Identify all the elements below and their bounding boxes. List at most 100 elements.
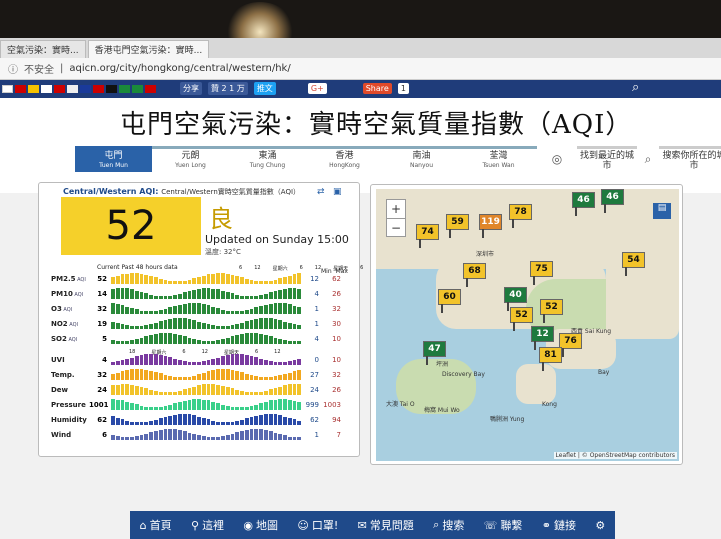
history-bar-chart[interactable]	[111, 273, 302, 284]
aqi-station-marker[interactable]: 76	[559, 333, 582, 357]
history-bar	[144, 406, 149, 410]
zoom-out-button[interactable]: −	[387, 218, 405, 236]
locate-icon[interactable]: ◎	[537, 146, 577, 172]
flag-icon[interactable]	[132, 85, 143, 93]
history-bar-chart[interactable]	[111, 414, 302, 425]
nav-contact[interactable]: ☏ 聯繫	[484, 517, 523, 533]
url-text[interactable]: aqicn.org/city/hongkong/central/western/…	[69, 63, 290, 74]
pollutant-row[interactable]: Temp. 32 27 32	[51, 367, 356, 382]
aqi-station-marker[interactable]: 52	[510, 307, 533, 331]
nav-links[interactable]: ⚭ 鏈接	[542, 517, 576, 533]
history-bar-chart[interactable]	[111, 303, 302, 314]
nav-item-hongkong[interactable]: 香港 HongKong	[306, 146, 383, 172]
history-bar	[197, 288, 201, 299]
pollutant-row[interactable]: SO2 AQI 5 4 10	[51, 331, 356, 346]
pollutant-row[interactable]: Dew 24 24 26	[51, 382, 356, 397]
aqi-station-marker[interactable]: 75	[530, 261, 553, 285]
flag-icon[interactable]	[15, 85, 26, 93]
history-bar	[225, 325, 230, 329]
zoom-in-button[interactable]: +	[387, 200, 405, 218]
nav-item-nanyou[interactable]: 南油 Nanyou	[383, 146, 460, 172]
station-name[interactable]: Central/Western	[63, 187, 136, 196]
station-map[interactable]: + − ▤ Leaflet | © OpenStreetMap contribu…	[376, 189, 679, 461]
aqi-station-marker[interactable]: 74	[416, 224, 439, 248]
pollutant-row[interactable]: O3 AQI 32 1 32	[51, 301, 356, 316]
history-bar-chart[interactable]	[111, 333, 302, 344]
aqi-station-marker[interactable]: 81	[539, 347, 562, 371]
aqi-station-marker[interactable]: 59	[446, 214, 469, 238]
aqi-station-marker[interactable]: 46	[572, 192, 595, 216]
pollutant-row[interactable]: PM2.5 AQI 52 12 62	[51, 271, 356, 286]
history-bar	[125, 437, 130, 440]
google-plus-button[interactable]: G+	[307, 83, 327, 94]
flag-icon[interactable]	[106, 85, 117, 93]
pollutant-row[interactable]: Pressure 1001 999 1003	[51, 397, 356, 412]
nav-here[interactable]: ⚲ 這裡	[191, 517, 224, 533]
widget-icon[interactable]: ▣	[333, 187, 342, 197]
aqi-station-marker[interactable]: 47	[423, 341, 446, 365]
browser-tab[interactable]: 空氣污染：實時...	[0, 40, 86, 58]
nav-item-tuen-mun[interactable]: 屯門 Tuen Mun	[75, 146, 152, 172]
flag-icon[interactable]	[41, 85, 52, 93]
share-button[interactable]: Share	[362, 83, 392, 94]
nav-item-tsuen-wan[interactable]: 荃灣 Tsuen Wan	[460, 146, 537, 172]
flag-icon[interactable]	[119, 85, 130, 93]
flag-icon[interactable]	[67, 85, 78, 93]
tweet-button[interactable]: 推文	[253, 82, 276, 95]
nav-item-tung-chung[interactable]: 東涌 Tung Chung	[229, 146, 306, 172]
nav-map[interactable]: ◉ 地圖	[243, 517, 278, 533]
history-bar	[283, 385, 287, 395]
nav-faq[interactable]: ✉ 常見問題	[358, 517, 414, 533]
aqi-station-marker[interactable]: 119	[479, 214, 502, 238]
history-bar	[158, 310, 163, 314]
aqi-station-marker[interactable]: 46	[601, 189, 624, 213]
flag-icon[interactable]	[2, 85, 13, 93]
history-bar-chart[interactable]	[111, 399, 302, 410]
nav-home[interactable]: ⌂ 首頁	[140, 517, 172, 533]
flag-icon[interactable]	[54, 85, 65, 93]
facebook-like-button[interactable]: 贊 2 1 万	[208, 82, 248, 95]
history-bar	[173, 281, 177, 284]
pollutant-row[interactable]: Humidity 62 62 94	[51, 412, 356, 427]
browser-tab-active[interactable]: 香港屯門空氣污染：實時...	[87, 40, 210, 58]
history-bar-chart[interactable]	[111, 369, 302, 380]
search-icon[interactable]: ⌕	[637, 146, 659, 172]
history-bar-chart[interactable]	[111, 354, 302, 365]
pollutant-name: O3 AQI	[51, 305, 89, 313]
share-icon[interactable]: ⇄	[317, 187, 325, 197]
search-icon[interactable]: ⌕	[632, 80, 639, 95]
flag-icon[interactable]	[28, 85, 39, 93]
flag-icon[interactable]	[145, 85, 156, 93]
history-bar-chart[interactable]	[111, 429, 302, 440]
aqi-station-marker[interactable]: 52	[540, 299, 563, 323]
layers-icon[interactable]: ▤	[653, 203, 671, 219]
history-bar	[254, 376, 259, 380]
nav-item-yuen-long[interactable]: 元朗 Yuen Long	[152, 146, 229, 172]
pollutant-row[interactable]: NO2 AQI 19 1 30	[51, 316, 356, 331]
flag-icon[interactable]	[93, 85, 104, 93]
flag-icon[interactable]	[80, 85, 91, 93]
history-bar-chart[interactable]	[111, 288, 302, 299]
nav-mask[interactable]: ☺ 口罩!	[297, 517, 338, 533]
history-bar	[211, 306, 216, 314]
facebook-share-button[interactable]: 分享	[180, 82, 202, 95]
aqi-station-marker[interactable]: 12	[531, 326, 554, 350]
aqi-station-marker[interactable]: 54	[622, 252, 645, 276]
pollutant-row[interactable]: Wind 6 1 7	[51, 427, 356, 442]
nearest-city-button[interactable]: 找到最近的城市	[577, 146, 637, 172]
map-attribution[interactable]: Leaflet | © OpenStreetMap contributors	[553, 452, 677, 459]
history-bar	[220, 326, 225, 329]
address-bar[interactable]: ⓘ 不安全 | aqicn.org/city/hongkong/central/…	[0, 58, 721, 80]
nav-search[interactable]: ⌕ 搜索	[433, 517, 464, 533]
settings-icon[interactable]: ⚙	[595, 519, 605, 532]
aqi-station-marker[interactable]: 78	[509, 204, 532, 228]
search-city-button[interactable]: 搜索你所在的城市	[659, 146, 721, 172]
aqi-station-marker[interactable]: 60	[438, 289, 461, 313]
pollutant-row[interactable]: UVI 4 0 10	[51, 352, 356, 367]
history-bar-chart[interactable]	[111, 384, 302, 395]
aqi-station-marker[interactable]: 40	[504, 287, 527, 311]
aqi-station-marker[interactable]: 68	[463, 263, 486, 287]
history-bar-chart[interactable]	[111, 318, 302, 329]
pollutant-row[interactable]: PM10 AQI 14 4 26	[51, 286, 356, 301]
info-icon[interactable]: ⓘ	[8, 61, 18, 76]
